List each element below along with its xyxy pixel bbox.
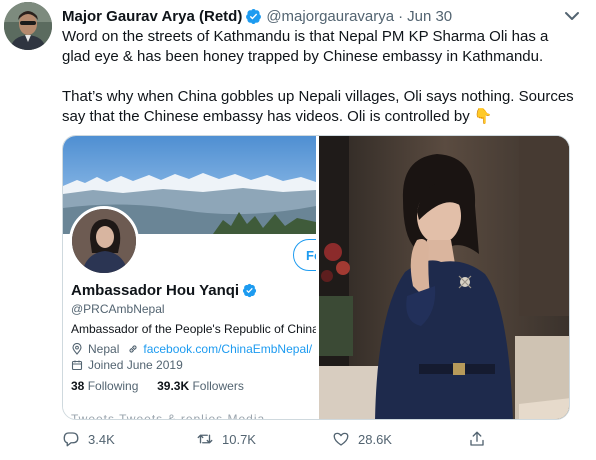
author-name[interactable]: Major Gaurav Arya (Retd) [62, 8, 242, 25]
location-icon [72, 343, 82, 355]
following-count: 38 [71, 379, 85, 393]
tweet-text-line: glad eye & has been honey trapped by Chi… [62, 48, 544, 65]
link-icon [129, 345, 137, 353]
followers-label: Followers [192, 379, 244, 393]
followers-count: 39.3K [157, 379, 190, 393]
profile-joined-row: Joined June 2019 [71, 358, 183, 372]
tweet-text: Word on the streets of Kathmandu is that… [62, 27, 582, 127]
tweet-text-line: say that the Chinese embassy has videos.… [62, 108, 493, 125]
follow-button[interactable]: Fo [293, 239, 316, 271]
author-avatar[interactable] [4, 2, 52, 50]
profile-name: Ambassador Hou Yanqi [71, 282, 261, 299]
tweet-text-line: That’s why when China gobbles up Nepali … [62, 88, 574, 105]
tweet-header: Major Gaurav Arya (Retd) @majorgauravary… [62, 6, 452, 26]
profile-link[interactable]: facebook.com/ChinaEmbNepal/ [143, 342, 312, 356]
profile-joined: Joined June 2019 [88, 358, 183, 372]
reply-icon [63, 432, 79, 447]
tweet[interactable]: Major Gaurav Arya (Retd) @majorgauravary… [0, 0, 596, 460]
share-button[interactable] [468, 428, 494, 450]
profile-meta-row: Nepal facebook.com/ChinaEmbNepal/ [71, 342, 312, 356]
profile-handle: @PRCAmbNepal [71, 302, 165, 316]
tweet-date[interactable]: Jun 30 [407, 8, 452, 25]
profile-bio: Ambassador of the People's Republic of C… [71, 322, 316, 336]
profile-stats: 38 Following 39.3K Followers [71, 379, 244, 393]
profile-tabs-cut: Tweets Tweets & replies Media [71, 412, 266, 420]
reply-button[interactable]: 3.4K [62, 428, 115, 450]
ambassador-photo-image[interactable] [319, 136, 569, 419]
more-icon[interactable] [560, 6, 584, 26]
like-count: 28.6K [358, 431, 392, 447]
like-button[interactable]: 28.6K [332, 428, 392, 450]
ambassador-avatar[interactable] [69, 206, 139, 276]
tweet-media[interactable]: Fo Ambassador Hou Yanqi @PRCAmbNepal Amb… [62, 135, 570, 420]
share-icon [470, 431, 484, 446]
retweet-count: 10.7K [222, 431, 256, 447]
pointing-down-emoji: 👇 [473, 108, 493, 125]
retweet-icon [197, 434, 213, 444]
verified-badge-icon [243, 283, 257, 298]
calendar-icon [71, 360, 83, 371]
author-handle[interactable]: @majorgauravarya [266, 8, 394, 25]
tweet-actions: 3.4K 10.7K 28.6K [62, 428, 532, 450]
retweet-button[interactable]: 10.7K [196, 428, 256, 450]
tweet-text-line: Word on the streets of Kathmandu is that… [62, 28, 549, 45]
following-label: Following [87, 379, 139, 393]
profile-screenshot-image[interactable]: Fo Ambassador Hou Yanqi @PRCAmbNepal Amb… [63, 136, 316, 420]
reply-count: 3.4K [88, 431, 115, 447]
header-separator: · [398, 7, 404, 25]
profile-location: Nepal [88, 342, 120, 356]
verified-badge-icon [246, 8, 262, 24]
like-icon [333, 432, 349, 446]
